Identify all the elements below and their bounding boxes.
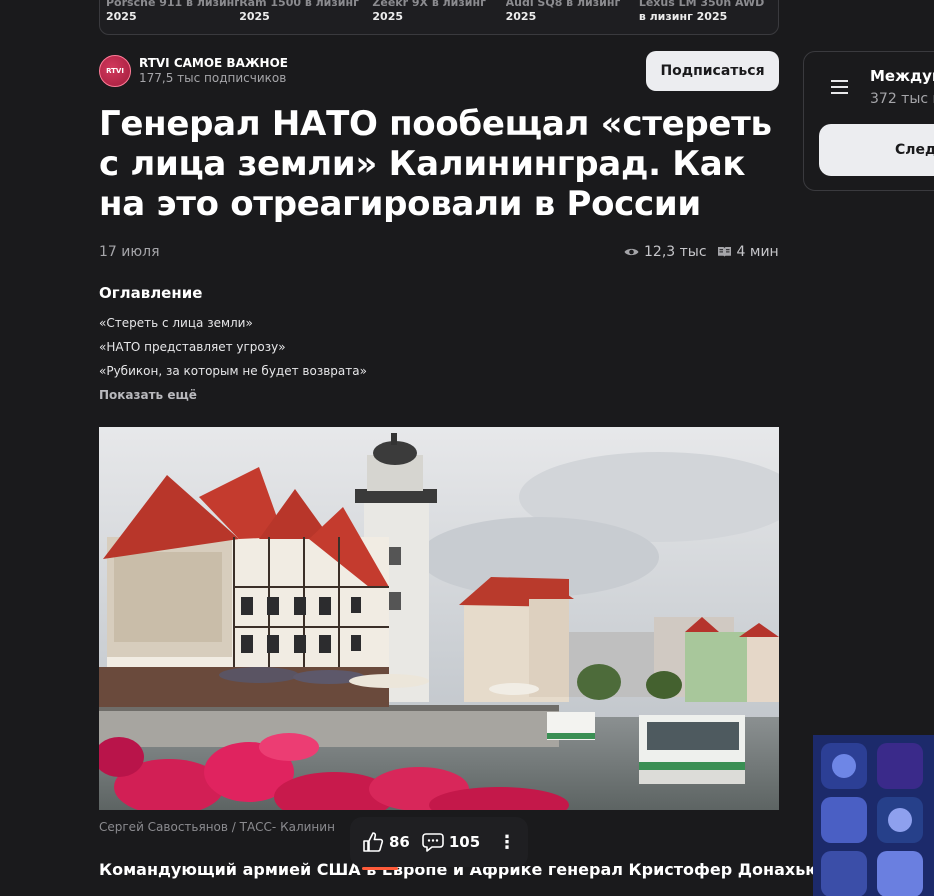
- comment-icon: [422, 833, 444, 852]
- channel-info: RTVI САМОЕ ВАЖНОЕ 177,5 тыс подписчиков: [139, 56, 288, 86]
- photo-illustration: [99, 427, 779, 810]
- ad-card[interactable]: Zeekr 9X в лизинг 2025: [372, 0, 505, 34]
- sidebar-channel-subscribers: 372 тыс и: [870, 91, 934, 107]
- photo-caption: Сергей Савостьянов / ТАСС- Калинин: [99, 820, 335, 834]
- like-indicator: [362, 867, 398, 870]
- table-of-contents: «Стереть с лица земли» «НАТО представляе…: [99, 311, 367, 407]
- sidebar-channel-title[interactable]: Междун: [870, 67, 934, 85]
- read-time-stat: 4 мин: [717, 244, 779, 260]
- book-icon: [717, 247, 731, 257]
- comments-button[interactable]: 105: [422, 832, 480, 852]
- article-date: 17 июля: [99, 244, 160, 260]
- reaction-bar: 86 105 ⋮: [350, 817, 528, 867]
- toc-item[interactable]: «Стереть с лица земли»: [99, 311, 367, 335]
- ad-card[interactable]: Audi SQ8 в лизинг 2025: [506, 0, 639, 34]
- sidebar-channel-card: Междун 372 тыс и След: [803, 51, 934, 191]
- article-title: Генерал НАТО пообещал «стереть с лица зе…: [99, 104, 772, 224]
- more-options-icon[interactable]: ⋮: [498, 832, 516, 853]
- ad-card[interactable]: Lexus LM 350h AWD в лизинг 2025: [639, 0, 772, 34]
- toc-show-more-link[interactable]: Показать ещё: [99, 383, 367, 407]
- menu-icon[interactable]: [831, 80, 848, 98]
- like-button[interactable]: 86: [362, 831, 410, 853]
- article-stats: 12,3 тыс 4 мин: [624, 244, 779, 260]
- channel-header: RTVI RTVI САМОЕ ВАЖНОЕ 177,5 тыс подписч…: [99, 55, 288, 87]
- thumbs-up-icon: [363, 832, 384, 852]
- channel-avatar[interactable]: RTVI: [99, 55, 131, 87]
- channel-subscribers: 177,5 тыс подписчиков: [139, 71, 287, 85]
- sidebar-video-thumbnail[interactable]: [813, 735, 934, 896]
- ad-carousel: Porsche 911 в лизинг 2025 Ram 1500 в лизи…: [99, 0, 779, 35]
- toc-item[interactable]: «НАТО представляет угрозу»: [99, 335, 367, 359]
- sidebar-follow-button[interactable]: След: [819, 124, 934, 176]
- thumbnail-illustration: [813, 735, 934, 896]
- toc-heading: Оглавление: [99, 284, 203, 302]
- channel-name[interactable]: RTVI САМОЕ ВАЖНОЕ: [139, 56, 288, 71]
- toc-item[interactable]: «Рубикон, за которым не будет возврата»: [99, 359, 367, 383]
- eye-icon: [624, 248, 639, 256]
- ad-card[interactable]: Porsche 911 в лизинг 2025: [106, 0, 239, 34]
- subscribe-button[interactable]: Подписаться: [646, 51, 779, 91]
- views-stat: 12,3 тыс: [624, 244, 707, 260]
- ad-card[interactable]: Ram 1500 в лизинг 2025: [239, 0, 372, 34]
- article-photo[interactable]: [99, 427, 779, 810]
